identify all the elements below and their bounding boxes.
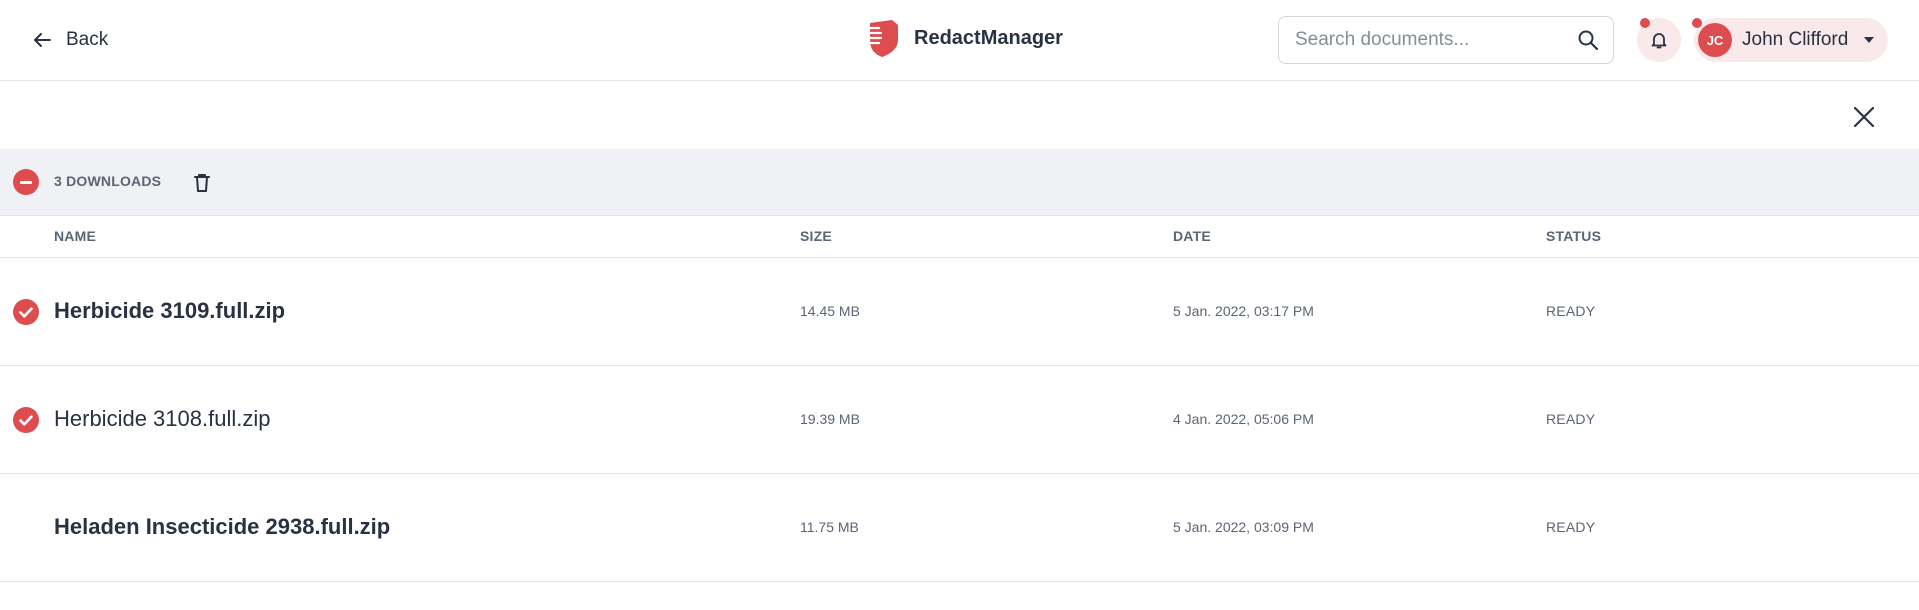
file-name: Heladen Insecticide 2938.full.zip <box>54 514 391 539</box>
file-size: 19.39 MB <box>800 411 860 427</box>
caret-down-icon <box>1864 37 1875 43</box>
downloads-count: 3 DOWNLOADS <box>54 173 162 189</box>
arrow-left-icon <box>34 33 51 47</box>
bell-icon <box>1651 33 1667 49</box>
file-status: READY <box>1546 411 1596 427</box>
user-menu[interactable]: JC John Clifford <box>1694 18 1888 62</box>
back-label: Back <box>66 29 109 50</box>
top-bar: Back RedactManager JC John Clifford <box>0 0 1919 81</box>
row-checkbox[interactable] <box>13 299 39 325</box>
column-status-header[interactable]: STATUS <box>1546 228 1601 244</box>
file-status: READY <box>1546 303 1596 319</box>
table-row[interactable]: Heladen Insecticide 2938.full.zip 11.75 … <box>0 474 1919 582</box>
file-date: 4 Jan. 2022, 05:06 PM <box>1173 411 1314 427</box>
search-icon[interactable] <box>1577 29 1599 51</box>
column-date-header[interactable]: DATE <box>1173 228 1211 244</box>
file-name: Herbicide 3109.full.zip <box>54 298 286 323</box>
file-status: READY <box>1546 519 1596 535</box>
notification-dot <box>1640 18 1650 28</box>
user-name: John Clifford <box>1742 29 1849 50</box>
back-button[interactable]: Back <box>32 26 108 54</box>
table-row[interactable]: Herbicide 3109.full.zip 14.45 MB 5 Jan. … <box>0 258 1919 366</box>
app-name: RedactManager <box>914 26 1063 49</box>
app-logo[interactable]: RedactManager <box>862 18 1063 58</box>
table-header: NAME SIZE DATE STATUS <box>0 216 1919 258</box>
column-name-header[interactable]: NAME <box>54 228 96 244</box>
check-icon <box>19 415 33 426</box>
dialog-header <box>0 81 1919 149</box>
search-box[interactable] <box>1278 16 1614 64</box>
selection-bar: 3 DOWNLOADS <box>0 149 1919 216</box>
trash-icon[interactable] <box>190 171 214 195</box>
file-name: Herbicide 3108.full.zip <box>54 406 271 431</box>
close-icon[interactable] <box>1850 103 1878 131</box>
user-status-dot <box>1692 18 1702 28</box>
table-row[interactable]: Herbicide 3108.full.zip 19.39 MB 4 Jan. … <box>0 366 1919 474</box>
file-date: 5 Jan. 2022, 03:17 PM <box>1173 303 1314 319</box>
logo-shield-icon <box>862 20 898 57</box>
check-icon <box>19 307 33 318</box>
avatar: JC <box>1698 23 1732 57</box>
file-size: 11.75 MB <box>800 519 859 535</box>
file-date: 5 Jan. 2022, 03:09 PM <box>1173 519 1314 535</box>
file-size: 14.45 MB <box>800 303 860 319</box>
search-input[interactable] <box>1293 28 1577 52</box>
column-size-header[interactable]: SIZE <box>800 228 832 244</box>
row-checkbox[interactable] <box>13 407 39 433</box>
deselect-icon[interactable] <box>13 169 39 195</box>
